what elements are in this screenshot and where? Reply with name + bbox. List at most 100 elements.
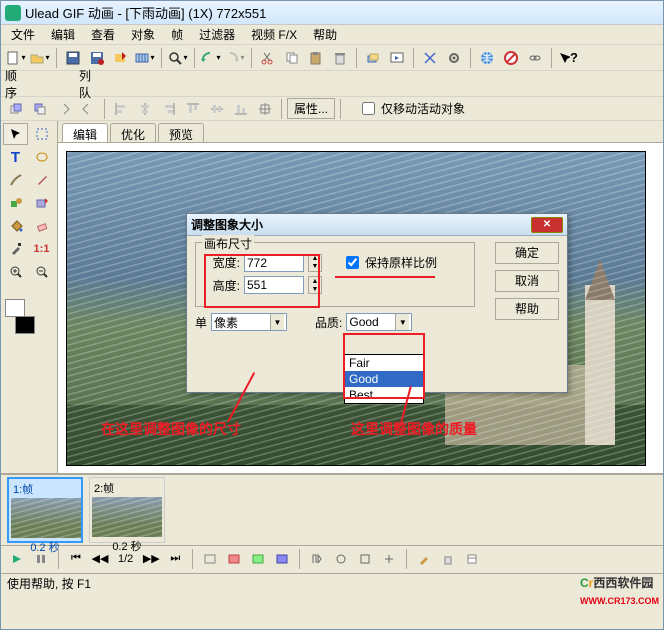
play-icon[interactable] — [7, 550, 27, 568]
quality-dropdown[interactable]: Fair Good Best — [344, 354, 424, 404]
prev-frame-icon[interactable]: ◀◀ — [90, 550, 110, 568]
order-back-icon[interactable] — [53, 98, 75, 120]
tab-optimize[interactable]: 优化 — [110, 123, 156, 142]
next-frame-icon[interactable]: ▶▶ — [141, 550, 161, 568]
tool-1to1-icon[interactable]: 1:1 — [29, 238, 54, 260]
af-icon[interactable] — [224, 550, 244, 568]
frames-icon[interactable]: ▾ — [134, 47, 156, 69]
chain-icon[interactable] — [524, 47, 546, 69]
saveas-icon[interactable] — [86, 47, 108, 69]
tab-preview[interactable]: 预览 — [158, 123, 204, 142]
width-input[interactable] — [244, 254, 304, 272]
move-active-checkbox[interactable]: 仅移动活动对象 — [358, 99, 465, 118]
tool-zoomin-icon[interactable] — [3, 261, 28, 283]
zoom-icon[interactable]: ▾ — [167, 47, 189, 69]
quality-option-good[interactable]: Good — [345, 371, 423, 387]
menu-help[interactable]: 帮助 — [305, 24, 345, 45]
menu-view[interactable]: 查看 — [83, 24, 123, 45]
lf-icon[interactable] — [248, 550, 268, 568]
menu-videofx[interactable]: 视频 F/X — [243, 24, 305, 45]
open-icon[interactable]: ▾ — [29, 47, 51, 69]
tool-shape-icon[interactable] — [3, 192, 28, 214]
bg-color-swatch[interactable] — [15, 316, 35, 334]
toolbox: T 1:1 — [1, 121, 57, 473]
gear-icon[interactable] — [443, 47, 465, 69]
rf-icon[interactable] — [272, 550, 292, 568]
ad-icon[interactable] — [355, 550, 375, 568]
paste-icon[interactable] — [305, 47, 327, 69]
frame-strip[interactable]: 1:帧 0.2 秒 2:帧 0.2 秒 — [1, 475, 663, 545]
ac-icon[interactable] — [331, 550, 351, 568]
quality-option-best[interactable]: Best — [345, 387, 423, 403]
export-icon[interactable] — [110, 47, 132, 69]
ok-button[interactable]: 确定 — [495, 242, 559, 264]
ab-icon[interactable] — [307, 550, 327, 568]
align-right-icon[interactable] — [158, 98, 180, 120]
redo-icon[interactable]: ▾ — [224, 47, 246, 69]
globe-icon[interactable] — [476, 47, 498, 69]
dialog-titlebar[interactable]: 调整图象大小 ✕ — [187, 214, 567, 236]
trash2-icon[interactable] — [438, 550, 458, 568]
move-active-input[interactable] — [362, 102, 375, 115]
order-front-icon[interactable] — [5, 98, 27, 120]
frame-2[interactable]: 2:帧 0.2 秒 — [89, 477, 165, 543]
align-bottom-icon[interactable] — [230, 98, 252, 120]
tool-oval-icon[interactable] — [29, 146, 54, 168]
tool-eyedropper-icon[interactable] — [3, 238, 28, 260]
pencil2-icon[interactable] — [414, 550, 434, 568]
quality-option-fair[interactable]: Fair — [345, 355, 423, 371]
save-icon[interactable] — [62, 47, 84, 69]
quality-label: 品质: — [315, 314, 342, 331]
unit-combo[interactable]: 像素▼ — [211, 313, 287, 331]
tool-inkbrush-icon[interactable] — [29, 169, 54, 191]
cut-icon[interactable] — [257, 47, 279, 69]
pause-icon[interactable] — [31, 550, 51, 568]
menu-edit[interactable]: 编辑 — [43, 24, 83, 45]
menu-object[interactable]: 对象 — [123, 24, 163, 45]
df-icon[interactable] — [200, 550, 220, 568]
last-frame-icon[interactable]: ⏭ — [165, 550, 185, 568]
menu-file[interactable]: 文件 — [3, 24, 43, 45]
prop2-icon[interactable] — [462, 550, 482, 568]
menu-frame[interactable]: 帧 — [163, 24, 191, 45]
tab-edit[interactable]: 编辑 — [62, 123, 108, 142]
tool-text-icon[interactable]: T — [3, 146, 28, 168]
properties-button[interactable]: 属性... — [287, 98, 335, 119]
help-icon[interactable]: ? — [557, 47, 579, 69]
order-forward-icon[interactable] — [29, 98, 51, 120]
close-icon[interactable]: ✕ — [531, 217, 563, 233]
quality-combo[interactable]: Good▼ — [346, 313, 412, 331]
frame-1[interactable]: 1:帧 0.2 秒 — [7, 477, 83, 543]
align-left-icon[interactable] — [110, 98, 132, 120]
keep-ratio-input[interactable] — [346, 256, 359, 269]
ae-icon[interactable] — [379, 550, 399, 568]
stop-icon[interactable] — [500, 47, 522, 69]
tool-marquee-icon[interactable] — [29, 123, 54, 145]
height-input[interactable] — [244, 276, 304, 294]
align-middle-icon[interactable] — [206, 98, 228, 120]
height-spinner[interactable]: ▲▼ — [308, 276, 322, 294]
align-center-icon[interactable] — [134, 98, 156, 120]
preview-icon[interactable] — [386, 47, 408, 69]
delete-icon[interactable] — [329, 47, 351, 69]
help-button[interactable]: 帮助 — [495, 298, 559, 320]
align-xcenter-icon[interactable] — [254, 98, 276, 120]
cancel-button[interactable]: 取消 — [495, 270, 559, 292]
order-backward-icon[interactable] — [77, 98, 99, 120]
copy-icon[interactable] — [281, 47, 303, 69]
layers-icon[interactable] — [362, 47, 384, 69]
tool-eraser-icon[interactable] — [29, 215, 54, 237]
tool-insert-icon[interactable] — [29, 192, 54, 214]
tool-bucket-icon[interactable] — [3, 215, 28, 237]
align-top-icon[interactable] — [182, 98, 204, 120]
sciss-icon[interactable] — [419, 47, 441, 69]
menu-filter[interactable]: 过滤器 — [191, 24, 243, 45]
undo-icon[interactable]: ▾ — [200, 47, 222, 69]
keep-ratio-checkbox[interactable]: 保持原样比例 — [342, 253, 437, 272]
tool-zoomout-icon[interactable] — [29, 261, 54, 283]
new-icon[interactable]: ▾ — [5, 47, 27, 69]
tool-brush-icon[interactable] — [3, 169, 28, 191]
first-frame-icon[interactable]: ⏮ — [66, 550, 86, 568]
tool-pointer-icon[interactable] — [3, 123, 28, 145]
width-spinner[interactable]: ▲▼ — [308, 254, 322, 272]
